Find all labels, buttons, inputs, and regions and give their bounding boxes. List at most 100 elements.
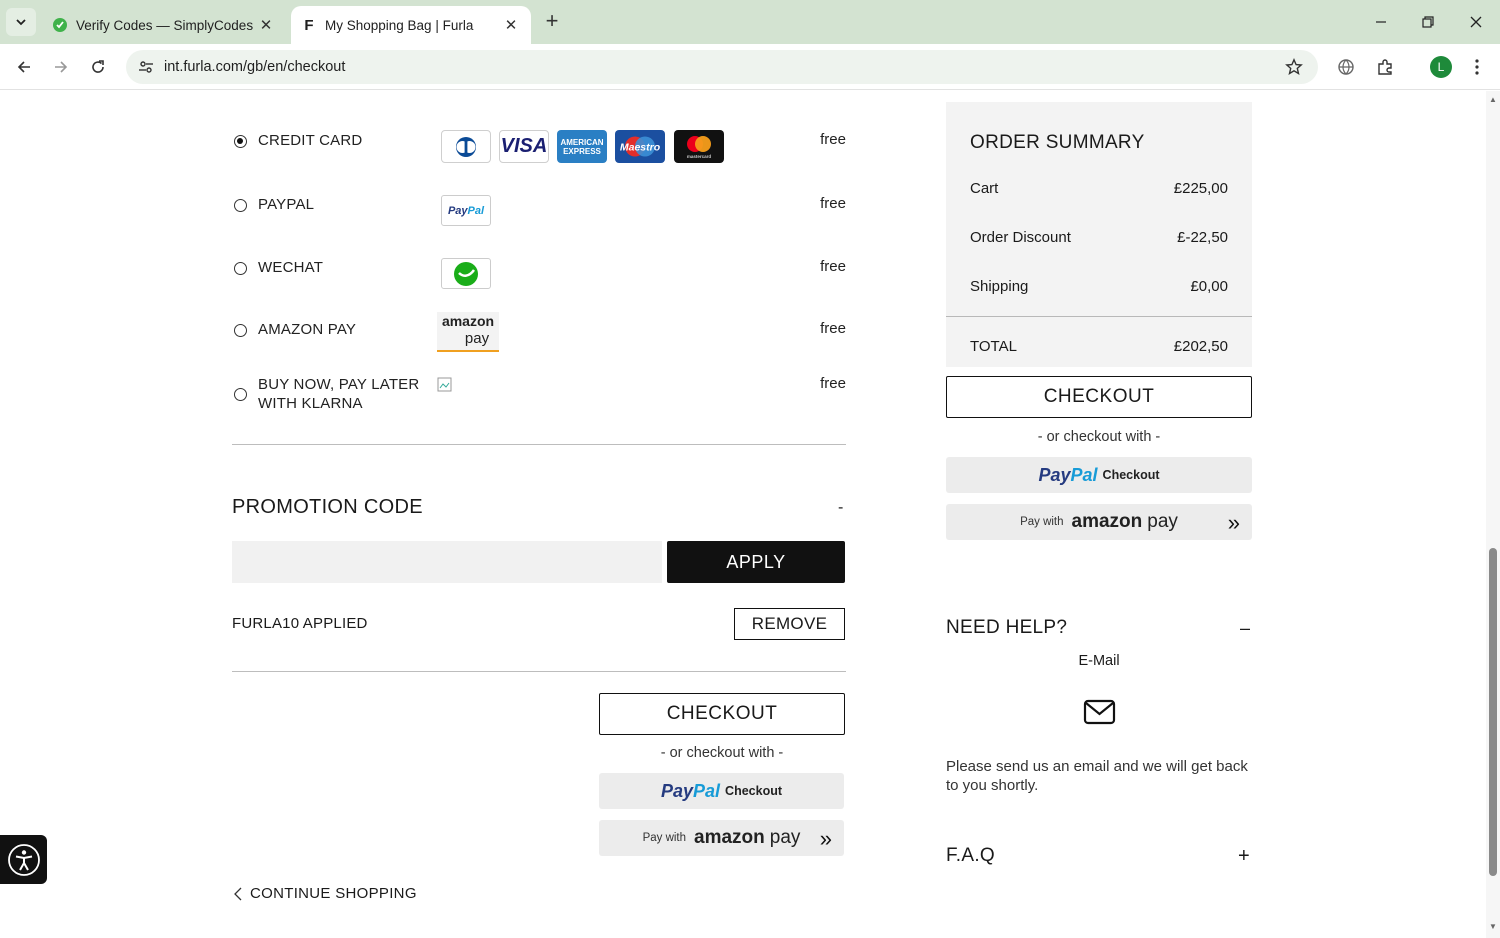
- summary-amazon-pay-button[interactable]: Pay with amazon pay »: [946, 504, 1252, 540]
- summary-value: £0,00: [1190, 278, 1228, 295]
- chevron-left-icon: [234, 887, 242, 900]
- summary-label: Cart: [970, 180, 999, 197]
- faq-title[interactable]: F.A.Q: [946, 845, 995, 867]
- radio-paypal[interactable]: [234, 199, 247, 212]
- paypal-text: Pal: [467, 204, 485, 217]
- faq-expand-toggle[interactable]: +: [1238, 845, 1250, 868]
- payment-label: PAYPAL: [258, 196, 315, 213]
- new-tab-button[interactable]: +: [540, 10, 564, 34]
- payment-price: free: [820, 195, 846, 212]
- amex-icon: AMERICAN EXPRESS: [557, 130, 607, 163]
- paypal-logo-text: Pay: [660, 780, 694, 801]
- double-chevron-icon: »: [819, 826, 832, 851]
- scroll-down-arrow-icon[interactable]: ▼: [1488, 922, 1498, 931]
- summary-paypal-checkout-button[interactable]: Pay Pal Checkout: [946, 457, 1252, 493]
- card-logos: VISA AMERICAN EXPRESS Maestro mastercard: [441, 130, 731, 165]
- address-bar[interactable]: int.furla.com/gb/en/checkout: [126, 50, 1318, 84]
- bookmark-star-icon[interactable]: [1282, 55, 1306, 79]
- amazon-logo-text: amazon: [1071, 511, 1143, 532]
- order-summary-title: ORDER SUMMARY: [970, 132, 1145, 153]
- tab-furla[interactable]: F My Shopping Bag | Furla ✕: [291, 6, 531, 44]
- payment-label: CREDIT CARD: [258, 132, 363, 149]
- accessibility-button[interactable]: [0, 835, 47, 884]
- tab-close-icon[interactable]: ✕: [501, 15, 521, 35]
- mastercard-icon: mastercard: [674, 130, 724, 163]
- browser-menu-icon[interactable]: [1464, 54, 1490, 80]
- order-summary-panel: ORDER SUMMARY Cart £225,00 Order Discoun…: [946, 102, 1252, 367]
- extensions-puzzle-icon[interactable]: [1372, 54, 1398, 80]
- continue-shopping-link[interactable]: CONTINUE SHOPPING: [232, 885, 417, 902]
- summary-value: £-22,50: [1177, 229, 1228, 246]
- amex-text-bottom: EXPRESS: [563, 146, 601, 156]
- minimize-button[interactable]: [1366, 8, 1396, 36]
- restore-button[interactable]: [1413, 8, 1443, 36]
- applied-code-text: FURLA10 APPLIED: [232, 615, 368, 632]
- pay-text: pay: [464, 330, 490, 347]
- restore-icon: [1422, 16, 1434, 28]
- back-button[interactable]: [10, 53, 38, 81]
- checkout-button[interactable]: CHECKOUT: [599, 693, 845, 735]
- furla-f-icon: F: [304, 16, 314, 34]
- radio-credit-card[interactable]: [234, 135, 247, 148]
- tab-close-icon[interactable]: ✕: [256, 15, 276, 35]
- envelope-icon[interactable]: [1083, 698, 1116, 726]
- payment-option-paypal[interactable]: PAYPAL Pay Pal free: [232, 195, 846, 235]
- payment-label: AMAZON PAY: [258, 321, 357, 338]
- continue-shopping-label: CONTINUE SHOPPING: [250, 885, 417, 902]
- remove-code-button[interactable]: REMOVE: [734, 608, 845, 640]
- maestro-icon: Maestro: [615, 130, 665, 163]
- payment-label: BUY NOW, PAY LATER WITH KLARNA: [258, 376, 420, 412]
- summary-row-discount: Order Discount £-22,50: [970, 229, 1228, 246]
- amex-text-top: AMERICAN: [560, 137, 604, 147]
- amazon-pay-button[interactable]: Pay with amazon pay »: [599, 820, 844, 856]
- email-label: E-Mail: [1078, 653, 1120, 669]
- reload-button[interactable]: [84, 53, 112, 81]
- payment-price: free: [820, 320, 846, 337]
- diners-icon: [441, 130, 491, 163]
- double-chevron-icon: »: [1227, 510, 1240, 535]
- promotion-collapse-toggle[interactable]: -: [838, 499, 843, 517]
- visa-icon: VISA: [499, 130, 549, 163]
- payment-option-klarna[interactable]: BUY NOW, PAY LATER WITH KLARNA free: [232, 375, 846, 419]
- need-help-collapse-toggle[interactable]: –: [1240, 618, 1250, 639]
- payment-price: free: [820, 375, 846, 392]
- total-label: TOTAL: [970, 338, 1017, 355]
- close-window-button[interactable]: [1461, 8, 1491, 36]
- summary-row-cart: Cart £225,00: [970, 180, 1228, 197]
- payment-price: free: [820, 131, 846, 148]
- forward-button[interactable]: [47, 53, 75, 81]
- svg-text:Maestro: Maestro: [620, 142, 661, 154]
- radio-wechat[interactable]: [234, 262, 247, 275]
- payment-option-amazon-pay[interactable]: AMAZON PAY amazon pay free: [232, 312, 846, 365]
- profile-avatar[interactable]: L: [1430, 56, 1452, 78]
- summary-row-total: TOTAL £202,50: [970, 338, 1228, 355]
- summary-checkout-button[interactable]: CHECKOUT: [946, 376, 1252, 418]
- tab-title: My Shopping Bag | Furla: [325, 17, 474, 33]
- scrollbar-thumb[interactable]: [1489, 548, 1497, 876]
- tab-search-button[interactable]: [6, 8, 36, 36]
- payment-option-credit-card[interactable]: CREDIT CARD VISA AMERICAN EXPRESS Maestr…: [232, 130, 846, 171]
- divider: [946, 316, 1252, 317]
- radio-amazon-pay[interactable]: [234, 324, 247, 337]
- need-help-title[interactable]: NEED HELP?: [946, 617, 1067, 639]
- amazon-pay-icon: amazon pay: [437, 312, 499, 352]
- url-text: int.furla.com/gb/en/checkout: [164, 59, 346, 75]
- tab-simplycodes[interactable]: Verify Codes — SimplyCodes ✕: [42, 6, 286, 44]
- promotion-code-input[interactable]: [232, 541, 662, 583]
- paypal-logo-text: Pay: [1038, 464, 1071, 485]
- wechat-icon: [441, 258, 491, 289]
- translate-icon[interactable]: [1333, 54, 1359, 80]
- scroll-up-arrow-icon[interactable]: ▲: [1488, 95, 1498, 104]
- arrow-left-icon: [17, 61, 30, 73]
- browser-tab-bar: Verify Codes — SimplyCodes ✕ F My Shoppi…: [0, 0, 1500, 44]
- paypal-checkout-button[interactable]: Pay Pal Checkout: [599, 773, 844, 809]
- broken-image-icon: [437, 377, 453, 393]
- payment-option-wechat[interactable]: WECHAT free: [232, 258, 846, 298]
- divider: [232, 444, 846, 445]
- radio-klarna[interactable]: [234, 388, 247, 401]
- amazon-pay-with-text: Pay with: [1020, 516, 1064, 528]
- apply-button[interactable]: APPLY: [667, 541, 845, 583]
- paypal-logo-text: Pal: [1070, 464, 1098, 485]
- summary-row-shipping: Shipping £0,00: [970, 278, 1228, 295]
- site-settings-icon[interactable]: [136, 57, 156, 77]
